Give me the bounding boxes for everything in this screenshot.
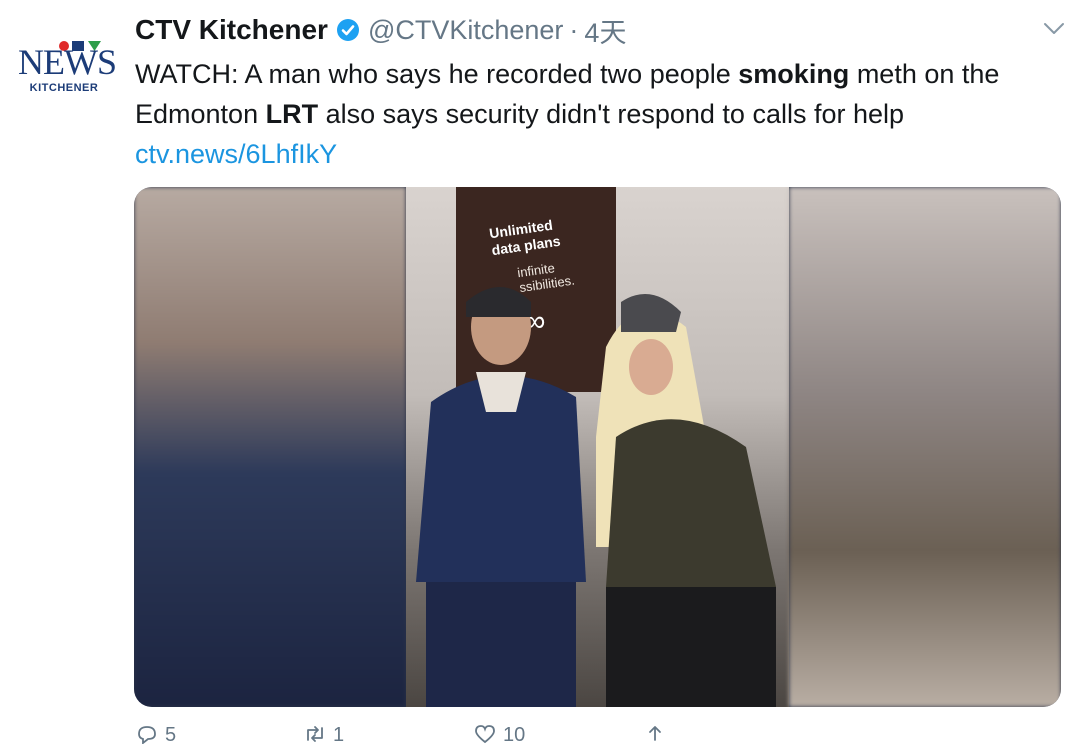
tweet-link[interactable]: ctv.news/6LhfIkY [135,139,337,169]
tweet-text-part: also says security didn't respond to cal… [318,99,905,129]
share-action[interactable] [643,724,667,744]
share-icon [649,726,661,741]
logo-sub-text: KITCHENER [29,82,99,94]
reply-count: 5 [165,724,177,746]
reply-action[interactable]: 5 [135,724,176,746]
like-count: 10 [503,724,526,746]
chevron-down-icon[interactable] [1042,20,1066,38]
account-handle[interactable]: @CTVKitchener [368,15,563,46]
tweet-media-video[interactable]: Unlimited data plans infinite ssibilitie… [134,187,1061,707]
logo-news-text: NEWS [18,42,117,82]
verified-badge-icon [336,19,359,41]
tweet-bold-word: LRT [265,99,319,129]
account-avatar[interactable]: NEWS KITCHENER [18,32,117,102]
retweet-action[interactable]: 1 [303,724,344,746]
tweet-text: WATCH: A man who says he recorded two pe… [135,54,1055,174]
retweet-icon [307,726,323,742]
account-name[interactable]: CTV Kitchener [135,14,328,46]
tweet-actions: 5 1 10 [135,724,735,746]
media-blurred-right [789,187,1061,707]
retweet-count: 1 [333,724,345,746]
tweet-text-part: WATCH: A man who says he recorded two pe… [135,59,739,89]
tweet-header: CTV Kitchener @CTVKitchener · 4天 [135,10,626,50]
separator-dot: · [569,14,579,45]
tweet-timestamp[interactable]: 4天 [584,11,626,50]
media-center-frame: Unlimited data plans infinite ssibilitie… [406,187,789,707]
heart-icon [475,725,495,744]
media-blurred-left [134,187,406,707]
woman-figure [596,294,776,707]
like-action[interactable]: 10 [473,724,525,746]
tweet-bold-word: smoking [738,59,850,89]
reply-icon [138,726,156,744]
